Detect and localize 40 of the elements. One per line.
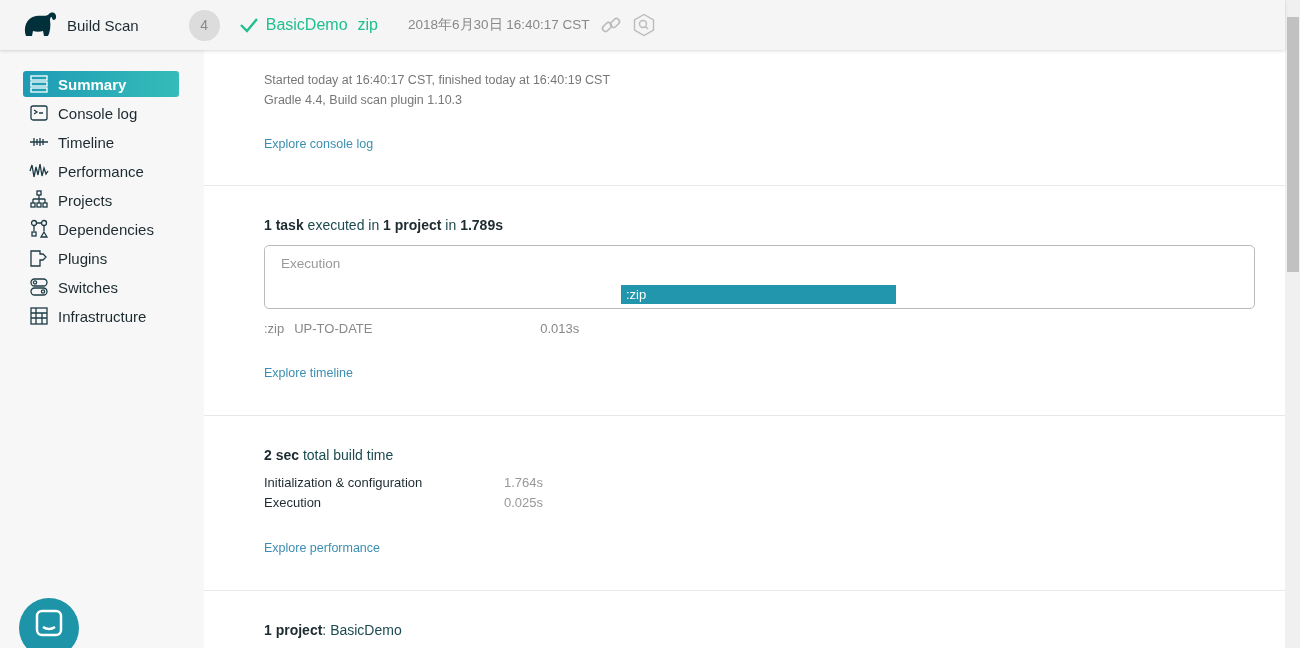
nav-item[interactable]: Performance: [23, 158, 179, 184]
search-icon[interactable]: [631, 13, 656, 37]
nav-item[interactable]: Console log: [23, 100, 179, 126]
lane-label: Execution: [281, 256, 342, 271]
build-number-badge: 4: [188, 9, 220, 41]
phase-duration: 1.764s: [504, 474, 544, 492]
chat-icon: [34, 608, 64, 638]
toggle-icon: [29, 277, 49, 297]
explore-link[interactable]: Explore console log: [264, 137, 374, 151]
nav-item[interactable]: Switches: [23, 274, 179, 300]
nav-item[interactable]: Dependencies: [23, 216, 179, 242]
task-duration: 0.013s: [540, 321, 580, 336]
terminal-icon: [29, 103, 49, 123]
build-info-text: Gradle 4.4, Build scan plugin 1.10.3: [264, 92, 464, 109]
chat-button[interactable]: [19, 598, 79, 648]
phase-duration: 0.025s: [504, 494, 544, 512]
build-date: 2018年6月30日 16:40:17 CST: [408, 16, 590, 34]
task-outcome: UP-TO-DATE: [294, 321, 374, 336]
scrollbar[interactable]: [1285, 0, 1300, 648]
project-name: BasicDemo: [265, 16, 348, 34]
puzzle-icon: [29, 248, 49, 268]
nav-item[interactable]: Timeline: [23, 129, 179, 155]
nav-item[interactable]: Infrastructure: [23, 303, 179, 329]
nav-item[interactable]: Projects: [23, 187, 179, 213]
explore-link[interactable]: Explore timeline: [264, 366, 353, 380]
phase-label: Initialization & configuration: [264, 474, 424, 492]
graph-icon: [29, 219, 49, 239]
list-icon: [29, 74, 49, 94]
task-path: :zip: [264, 321, 285, 336]
app-title: Build Scan: [67, 16, 139, 34]
grid-icon: [29, 306, 49, 326]
nav-item[interactable]: Plugins: [23, 245, 179, 271]
section-heading: 2 sec total build time: [264, 446, 395, 465]
phase-label: Execution: [264, 494, 323, 512]
explore-link[interactable]: Explore performance: [264, 541, 381, 555]
build-info-text: Started today at 16:40:17 CST, finished today at 16:40:19 CST: [264, 72, 612, 89]
section-heading: 1 project: BasicDemo: [264, 621, 403, 640]
hierarchy-icon: [29, 190, 49, 210]
task-name: zip: [357, 16, 378, 34]
section-heading: 1 task executed in 1 project in 1.789s: [264, 216, 504, 235]
